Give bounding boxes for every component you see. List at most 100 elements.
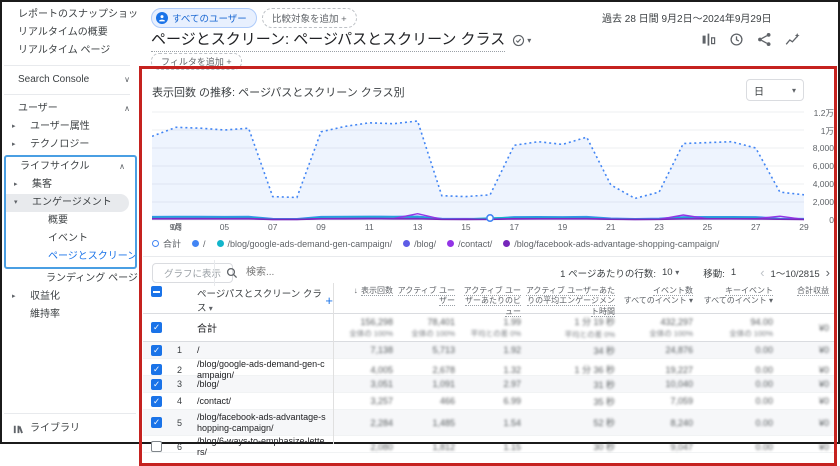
column-header[interactable]: ↓ 表示回数 [333,286,393,296]
metric-cell: ¥0 [773,442,829,452]
share-icon[interactable] [757,32,772,47]
table-row[interactable]: ✓3/blog/3,0511,0912.9731 秒10,0400.00¥0 [143,376,837,393]
metric-cell: 0.00 [693,379,773,389]
legend-item[interactable]: / [192,239,206,249]
row-checkbox[interactable]: ✓ [151,396,162,407]
legend-item[interactable]: /blog/google-ads-demand-gen-campaign/ [217,239,393,249]
table-row[interactable]: ✓5/blog/facebook-ads-advantage-shopping-… [143,410,837,436]
metric-value: 7,138 [333,345,393,355]
row-checkbox[interactable] [151,441,162,452]
report-check-badge[interactable]: ▾ [512,34,531,47]
row-checkbox[interactable]: ✓ [151,322,162,333]
metric-value: 1.99 [455,317,521,327]
row-number: 3 [177,379,197,389]
x-tick-day: 25 [694,223,720,233]
search-input[interactable] [244,266,368,279]
sidebar-item[interactable]: ▸集客 [6,176,135,194]
column-header-label: 合計収益 [797,286,829,296]
sidebar-item-label: ライブラリ [30,423,80,434]
views-trend-chart[interactable] [152,106,804,224]
arrow-right-icon[interactable]: ▸ [12,136,16,154]
sidebar-item[interactable]: ▸収益化 [4,288,140,306]
column-header[interactable]: キーイベントすべてのイベント ▾ [693,286,773,307]
clock-check-icon[interactable] [729,32,744,47]
row-checkbox[interactable]: ✓ [151,345,162,356]
metric-cell: ¥0 [773,365,829,375]
column-header-sub[interactable]: すべてのイベント ▾ [619,296,693,306]
arrow-right-icon[interactable]: ▸ [12,288,16,306]
x-tick-day: 29 [791,223,817,233]
goto-value[interactable]: 1 [731,267,736,278]
sidebar-item[interactable]: Search Console∨ [4,71,140,89]
sidebar-item-label: リアルタイム ページ [18,45,110,56]
add-column-button[interactable]: + [325,293,333,308]
chevron-up-icon[interactable]: ∧ [124,100,130,118]
insights-icon[interactable] [785,32,800,47]
legend-item[interactable]: 合計 [152,237,181,250]
legend-item[interactable]: /contact/ [447,239,492,249]
metric-value: ¥0 [773,396,829,406]
chevron-down-icon[interactable]: ∨ [124,71,130,89]
next-page-icon[interactable]: › [826,265,830,280]
sidebar-item[interactable]: ▸テクノロジー [4,136,140,154]
x-tick-day: 27 [743,223,769,233]
sidebar-item[interactable]: ページとスクリーン [6,248,135,266]
metric-value: 3,257 [333,396,393,406]
column-header[interactable]: アクティブ ユーザーあたりのビュー [455,286,521,317]
sidebar-item[interactable]: リアルタイム ページ [4,42,140,60]
table-row[interactable]: ✓2/blog/google-ads-demand-gen-campaign/4… [143,359,837,376]
date-range-selector[interactable]: 過去 28 日間 9月2日～2024年9月29日 [602,10,834,25]
page-range: 1～10/2815 [771,266,820,280]
add-filter-chip[interactable]: フィルタを追加 + [151,53,242,70]
arrow-right-icon[interactable]: ▸ [12,118,16,136]
sidebar-item[interactable]: ランディング ページ [4,270,140,288]
legend-marker-icon [403,240,410,247]
sidebar-item-library[interactable]: ライブラリ [4,420,136,438]
table-row[interactable]: ✓4/contact/3,2574666.9935 秒7,0590.00¥0 [143,393,837,410]
metric-cell: 6.99 [455,396,521,406]
legend-marker-icon [447,240,454,247]
arrow-right-icon[interactable]: ▸ [14,176,18,194]
sidebar-item[interactable]: ライフサイクル∧ [6,158,135,176]
audience-filter-chip[interactable]: すべてのユーザー [151,8,257,28]
row-checkbox[interactable]: ✓ [151,379,162,390]
dimension-header[interactable]: ページパスとスクリーン クラス ▾+ [197,286,333,314]
rows-per-page-select[interactable]: 10 ▾ [662,267,679,278]
sidebar-item[interactable]: ▸ユーザー属性 [4,118,140,136]
add-comparison-chip[interactable]: 比較対象を追加 + [262,8,357,28]
legend-item[interactable]: /blog/ [403,239,436,249]
page-title[interactable]: ページとスクリーン: ページパスとスクリーン クラス [151,28,505,52]
column-header[interactable]: イベント数すべてのイベント ▾ [615,286,693,307]
search-box[interactable] [226,266,368,279]
row-checkbox[interactable]: ✓ [151,417,162,428]
arrow-down-icon[interactable]: ▾ [14,194,18,212]
metric-value: ¥0 [773,365,829,375]
column-header[interactable]: アクティブ ユーザーあたりの平均エンゲージメント時間 [521,286,615,317]
chevron-up-icon[interactable]: ∧ [119,158,125,176]
column-header[interactable]: アクティブ ユーザー [393,286,455,307]
y-axis-label: 0 [829,215,834,225]
select-all-checkbox[interactable] [151,286,162,297]
row-checkbox[interactable]: ✓ [151,364,162,375]
sidebar-item[interactable]: レポートのスナップショット [4,6,140,24]
interval-dropdown[interactable]: 日 ▾ [746,79,804,101]
table-row[interactable]: ✓1/7,1385,7131.9234 秒24,8760.00¥0 [143,342,837,359]
sidebar-item[interactable]: ▾エンゲージメント [6,194,129,212]
legend-item[interactable]: /blog/facebook-ads-advantage-shopping-ca… [503,239,719,249]
prev-page-icon[interactable]: ‹ [760,265,764,280]
sidebar-item[interactable]: イベント [6,230,135,248]
metric-value: 94.00 [693,317,773,327]
column-header[interactable]: 合計収益 [773,286,829,296]
sidebar-item[interactable]: 概要 [6,212,135,230]
column-header-sub[interactable]: すべてのイベント ▾ [697,296,773,306]
x-tick-day: 15 [453,223,479,233]
column-header-label: 表示回数 [361,286,393,296]
sidebar-item[interactable]: ユーザー∧ [4,100,140,118]
chevron-down-icon: ▾ [792,86,796,95]
show-on-chart-button[interactable]: グラフに表示 [152,263,233,283]
table-row[interactable]: 6/blog/6-ways-to-emphasize-letters/2,080… [143,436,837,453]
sidebar-item[interactable]: 維持率 [4,306,140,324]
metric-cell: 0.00 [693,418,773,428]
bar-chart-icon[interactable] [701,32,716,47]
sidebar-item[interactable]: リアルタイムの概要 [4,24,140,42]
